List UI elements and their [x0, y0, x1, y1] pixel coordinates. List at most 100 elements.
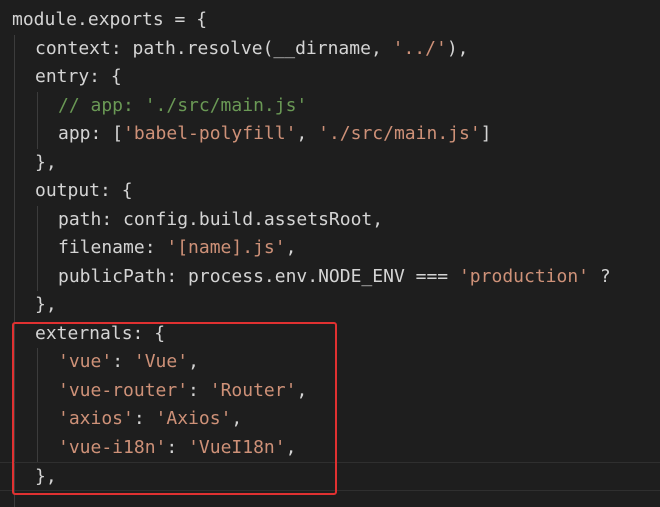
code-token: ? [589, 265, 611, 287]
code-token: : [188, 379, 210, 401]
code-line[interactable]: output: { [0, 177, 660, 206]
indent-guide [14, 348, 15, 377]
code-token: ... [35, 493, 68, 507]
indent-guide [14, 262, 15, 291]
code-text: // app: './src/main.js' [58, 92, 307, 121]
code-line[interactable]: // app: './src/main.js' [0, 91, 660, 121]
code-token: ] [480, 123, 492, 144]
string-token: 'vue' [58, 351, 113, 372]
code-line[interactable]: entry: { [0, 63, 660, 92]
indent-guide [14, 34, 15, 63]
indent-guide [14, 463, 15, 492]
code-line[interactable]: 'vue-i18n': 'VueI18n', [0, 433, 660, 463]
string-token: '[name].js' [166, 237, 286, 258]
string-token: 'production' [458, 265, 590, 287]
indent-guide [14, 433, 15, 462]
code-line[interactable]: }, [0, 148, 660, 178]
code-text: app: ['babel-polyfill', './src/main.js'] [58, 120, 492, 149]
code-text: externals: { [35, 320, 165, 349]
indent-guide [37, 262, 38, 291]
code-text: module.exports = { [12, 6, 207, 35]
code-line[interactable]: filename: '[name].js', [0, 234, 660, 263]
code-token: : [112, 351, 134, 372]
string-token: 'Vue' [133, 351, 189, 372]
code-text: context: path.resolve(__dirname, '../'), [35, 35, 469, 64]
code-text: 'vue': 'Vue', [58, 348, 199, 377]
code-token: path: config.build.assetsRoot, [58, 208, 384, 230]
code-text: 'axios': 'Axios', [58, 405, 242, 434]
string-token: 'babel-polyfill' [123, 123, 297, 144]
code-text: }, [35, 463, 57, 492]
indent-guide [14, 205, 15, 234]
indent-guide [37, 405, 38, 434]
indent-guide [14, 376, 15, 405]
code-token: context: path.resolve(__dirname, [35, 37, 393, 59]
indent-guide [14, 120, 15, 149]
indent-guide [37, 91, 38, 120]
code-line[interactable]: module.exports = { [0, 6, 660, 35]
code-token: : [166, 436, 189, 458]
code-token: ), [446, 37, 469, 59]
indent-guide [37, 433, 38, 462]
string-token: 'Router' [209, 379, 297, 401]
indent-guide [37, 205, 38, 234]
indent-guide [14, 490, 15, 507]
string-token: 'vue-router' [58, 379, 189, 401]
code-line[interactable]: path: config.build.assetsRoot, [0, 205, 660, 235]
code-line[interactable]: publicPath: process.env.NODE_ENV === 'pr… [0, 262, 660, 292]
code-token: , [285, 436, 297, 458]
code-editor[interactable]: module.exports = { context: path.resolve(… [0, 0, 660, 507]
indent-guide [14, 319, 15, 348]
indent-guide [14, 91, 15, 120]
code-text: 'vue-router': 'Router', [58, 377, 307, 406]
code-token: filename: [58, 237, 167, 258]
indent-guide [14, 291, 15, 320]
code-token: publicPath: process.env.NODE_ENV === [58, 265, 459, 287]
code-token: }, [35, 151, 57, 173]
code-token: }, [35, 294, 57, 315]
string-token: 'vue-i18n' [58, 436, 167, 458]
code-text: 'vue-i18n': 'VueI18n', [58, 434, 296, 463]
code-text: entry: { [35, 63, 122, 92]
string-token: './src/main.js' [318, 123, 481, 144]
code-token: externals: { [35, 322, 166, 344]
code-text: path: config.build.assetsRoot, [58, 206, 383, 235]
indent-guide [14, 405, 15, 434]
code-text: publicPath: process.env.NODE_ENV === 'pr… [58, 263, 611, 292]
code-token: output: { [35, 180, 133, 201]
code-line[interactable]: ... [0, 490, 660, 507]
code-token: , [285, 237, 297, 258]
indent-guide [37, 234, 38, 263]
code-token: , [296, 123, 319, 144]
code-token: , [296, 379, 308, 401]
code-text: output: { [35, 177, 133, 206]
code-token: app: [ [58, 123, 124, 144]
code-line[interactable]: context: path.resolve(__dirname, '../'), [0, 34, 660, 64]
string-token: 'VueI18n' [188, 436, 286, 458]
indent-guide [37, 120, 38, 149]
code-line[interactable]: externals: { [0, 319, 660, 349]
indent-guide [14, 234, 15, 263]
code-line[interactable]: 'vue-router': 'Router', [0, 376, 660, 406]
code-text: }, [35, 149, 57, 178]
code-token: entry: { [35, 66, 122, 87]
string-token: '../' [392, 37, 447, 59]
comment-token: // app: './src/main.js' [58, 94, 308, 116]
code-text: }, [35, 291, 57, 320]
code-text: ... [35, 491, 68, 507]
code-token: module.exports = { [12, 9, 208, 30]
indent-guide [14, 148, 15, 177]
code-token: , [231, 408, 243, 429]
code-text: filename: '[name].js', [58, 234, 296, 263]
code-token: : [133, 408, 156, 429]
string-token: 'axios' [58, 408, 134, 429]
indent-guide [14, 177, 15, 206]
code-line[interactable]: }, [0, 462, 660, 492]
code-token: }, [35, 466, 57, 487]
indent-guide [37, 348, 38, 377]
code-line[interactable]: 'axios': 'Axios', [0, 405, 660, 434]
code-line[interactable]: }, [0, 291, 660, 320]
code-line[interactable]: app: ['babel-polyfill', './src/main.js'] [0, 120, 660, 149]
indent-guide [37, 376, 38, 405]
code-line[interactable]: 'vue': 'Vue', [0, 348, 660, 377]
